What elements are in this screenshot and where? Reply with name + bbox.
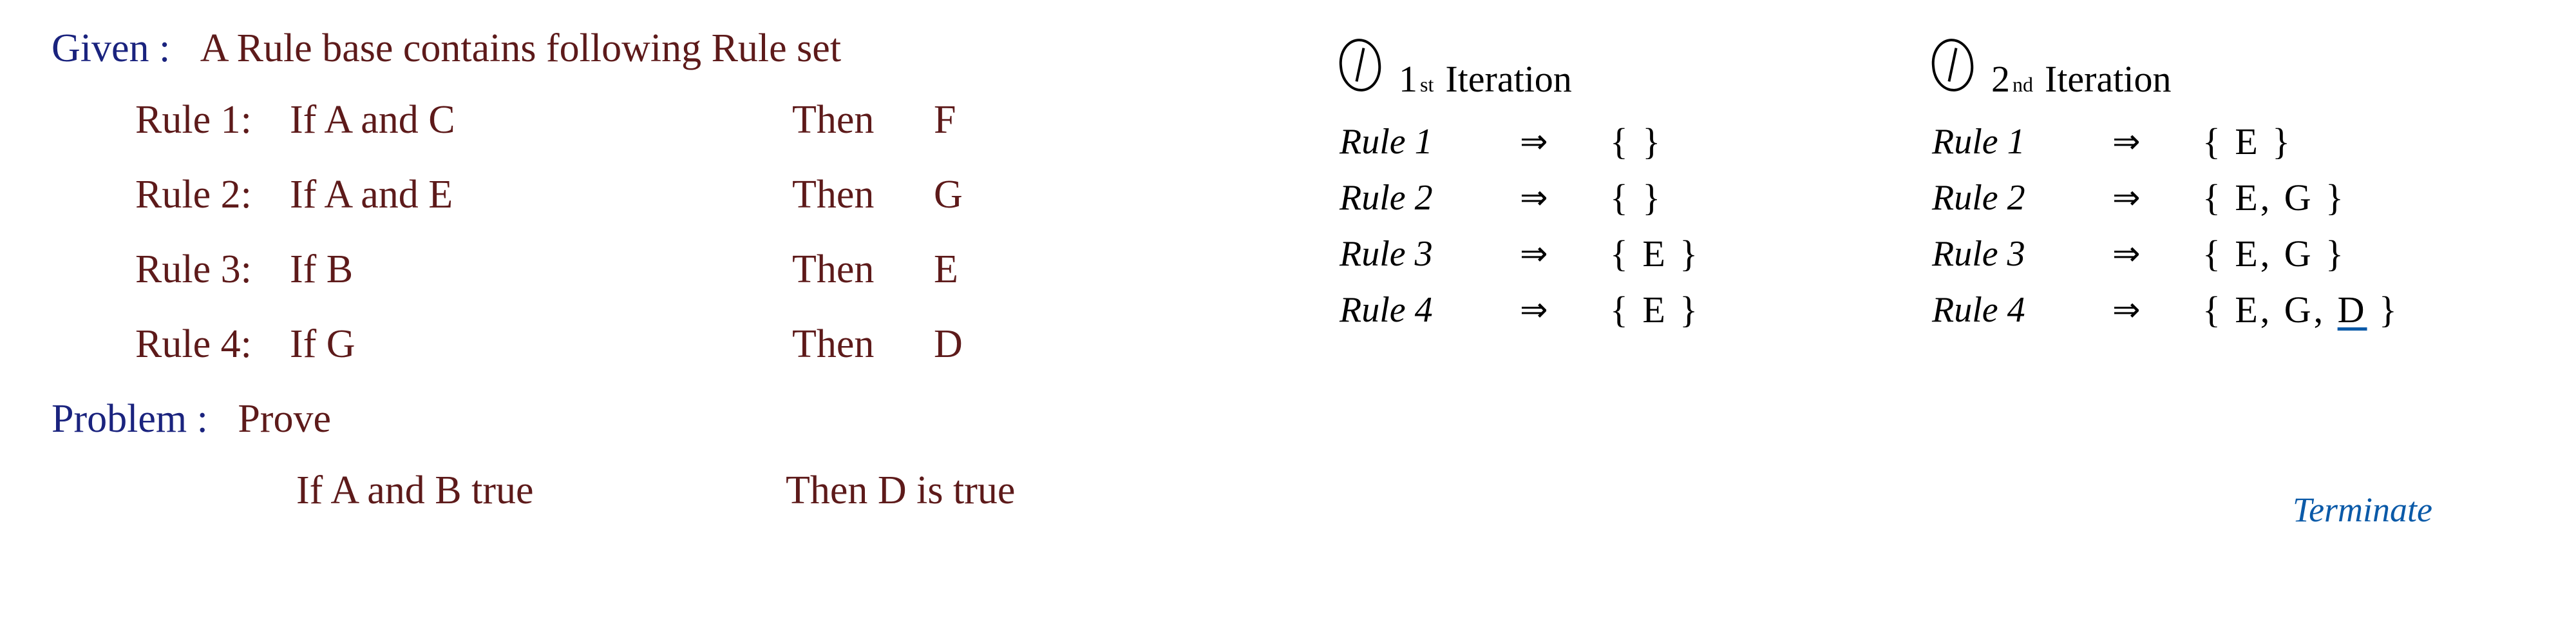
rule-then: Then bbox=[792, 247, 934, 293]
rule-if: If B bbox=[290, 247, 792, 293]
rule-if: If A and E bbox=[290, 172, 792, 218]
rule-result: G bbox=[934, 172, 1011, 218]
rule-result: D bbox=[934, 322, 1011, 367]
hand-rule-label: Rule 2 bbox=[1340, 177, 1520, 218]
hand-set: { E } bbox=[1610, 288, 1700, 331]
problem-statement-panel: Given : A Rule base contains following R… bbox=[52, 26, 1275, 514]
iteration-title: Iteration bbox=[2045, 57, 2171, 101]
hand-rule-label: Rule 2 bbox=[1932, 177, 2112, 218]
hand-set: { } bbox=[1610, 176, 1663, 219]
rule-result: E bbox=[934, 247, 1011, 293]
hand-rule-label: Rule 3 bbox=[1932, 233, 2112, 275]
iteration-header: 2nd Iteration bbox=[1932, 39, 2512, 101]
hand-set: { } bbox=[1610, 120, 1663, 163]
implies-arrow-icon: ⇒ bbox=[1520, 122, 1610, 161]
ordinal-suffix: st bbox=[1420, 73, 1434, 97]
hand-rule-label: Rule 1 bbox=[1932, 121, 2112, 162]
implies-arrow-icon: ⇒ bbox=[1520, 291, 1610, 329]
hand-set-final: { E, G, D } bbox=[2202, 288, 2400, 331]
rule-label: Rule 3: bbox=[135, 247, 290, 293]
iteration-rule-row: Rule 3 ⇒ { E, G } bbox=[1932, 232, 2512, 275]
hand-set: { E } bbox=[1610, 232, 1700, 275]
rule-row: Rule 2: If A and E Then G bbox=[52, 172, 1275, 218]
prove-if: If A and B true bbox=[296, 468, 786, 514]
implies-arrow-icon: ⇒ bbox=[1520, 179, 1610, 217]
hand-rule-label: Rule 4 bbox=[1932, 289, 2112, 331]
iteration-title: Iteration bbox=[1445, 57, 1571, 101]
iteration-1-block: 1st Iteration Rule 1 ⇒ { } Rule 2 ⇒ { } … bbox=[1340, 39, 1887, 344]
problem-label: Problem : bbox=[52, 397, 208, 441]
rule-if: If G bbox=[290, 322, 792, 367]
hand-set: { E } bbox=[2202, 120, 2293, 163]
iteration-rule-row: Rule 4 ⇒ { E, G, D } bbox=[1932, 288, 2512, 331]
rule-if: If A and C bbox=[290, 97, 792, 143]
hand-rule-label: Rule 3 bbox=[1340, 233, 1520, 275]
rule-then: Then bbox=[792, 322, 934, 367]
given-label: Given : bbox=[52, 26, 170, 70]
iteration-rule-row: Rule 1 ⇒ { E } bbox=[1932, 120, 2512, 163]
ordinal-suffix: nd bbox=[2012, 73, 2033, 97]
ordinal-number: 2 bbox=[1991, 57, 2010, 101]
rule-then: Then bbox=[792, 97, 934, 143]
given-text bbox=[180, 26, 200, 70]
hand-set: { E, G } bbox=[2202, 176, 2346, 219]
iteration-rule-row: Rule 4 ⇒ { E } bbox=[1340, 288, 1887, 331]
problem-text: Prove bbox=[238, 397, 331, 441]
hand-rule-label: Rule 1 bbox=[1340, 121, 1520, 162]
iteration-header: 1st Iteration bbox=[1340, 39, 1887, 101]
iteration-rule-row: Rule 2 ⇒ { } bbox=[1340, 176, 1887, 219]
iteration-rule-row: Rule 1 ⇒ { } bbox=[1340, 120, 1887, 163]
terminate-label: Terminate bbox=[2293, 490, 2432, 530]
rule-result: F bbox=[934, 97, 1011, 143]
rule-then: Then bbox=[792, 172, 934, 218]
hand-rule-label: Rule 4 bbox=[1340, 289, 1520, 331]
circled-number-icon bbox=[1337, 37, 1383, 93]
proven-d: D bbox=[2338, 289, 2367, 331]
rule-label: Rule 1: bbox=[135, 97, 290, 143]
prove-row: If A and B true Then D is true bbox=[52, 468, 1275, 514]
iteration-rule-row: Rule 3 ⇒ { E } bbox=[1340, 232, 1887, 275]
problem-line: Problem : Prove bbox=[52, 396, 1275, 442]
rule-row: Rule 3: If B Then E bbox=[52, 247, 1275, 293]
hand-set: { E, G } bbox=[2202, 232, 2346, 275]
ordinal-number: 1 bbox=[1399, 57, 1417, 101]
implies-arrow-icon: ⇒ bbox=[1520, 235, 1610, 273]
implies-arrow-icon: ⇒ bbox=[2112, 291, 2202, 329]
implies-arrow-icon: ⇒ bbox=[2112, 122, 2202, 161]
iteration-2-block: 2nd Iteration Rule 1 ⇒ { E } Rule 2 ⇒ { … bbox=[1932, 39, 2512, 344]
prove-then: Then D is true bbox=[786, 468, 1015, 514]
rule-label: Rule 2: bbox=[135, 172, 290, 218]
rule-row: Rule 4: If G Then D bbox=[52, 322, 1275, 367]
rule-row: Rule 1: If A and C Then F bbox=[52, 97, 1275, 143]
rule-label: Rule 4: bbox=[135, 322, 290, 367]
iteration-rule-row: Rule 2 ⇒ { E, G } bbox=[1932, 176, 2512, 219]
given-line: Given : A Rule base contains following R… bbox=[52, 26, 1275, 72]
implies-arrow-icon: ⇒ bbox=[2112, 235, 2202, 273]
circled-number-icon bbox=[1929, 37, 1976, 93]
implies-arrow-icon: ⇒ bbox=[2112, 179, 2202, 217]
